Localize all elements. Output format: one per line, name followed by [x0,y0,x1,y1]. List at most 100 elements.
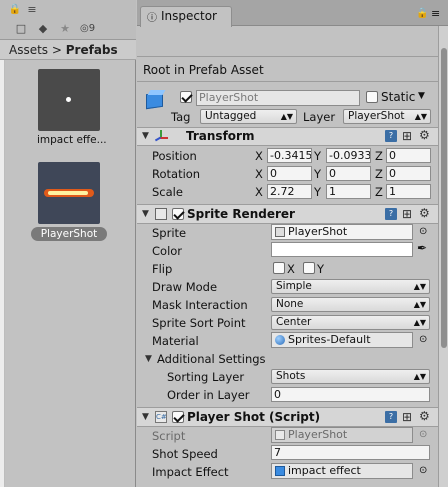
sprite-field[interactable]: PlayerShot [271,224,413,240]
scale-y-axis[interactable]: Y [314,185,321,199]
position-x-axis[interactable]: X [255,149,263,163]
gear-icon[interactable]: ⚙ [419,409,430,423]
label-icon[interactable]: ◆ [36,22,50,35]
sorting-layer-value: Shots [276,370,306,382]
mask-interaction-dropdown[interactable]: None ▲▼ [271,297,430,312]
flip-x-checkbox[interactable] [273,262,285,274]
impact-effect-field[interactable]: impact effect [271,463,413,479]
collapse-triangle-icon[interactable]: ▼ [142,209,149,219]
flip-y-checkbox[interactable] [303,262,315,274]
breadcrumb-root[interactable]: Assets [9,43,48,57]
scale-z-field[interactable]: 1 [386,184,431,199]
mask-interaction-value: None [276,298,304,310]
draw-mode-dropdown[interactable]: Simple ▲▼ [271,279,430,294]
chevron-down-icon: ▲▼ [414,112,427,121]
inspector-scrollbar[interactable] [438,26,448,487]
scale-y-field[interactable]: 1 [326,184,371,199]
collapse-triangle-icon[interactable]: ▼ [145,354,152,364]
sprite-renderer-enabled-checkbox[interactable] [172,208,184,220]
eyedropper-icon[interactable]: ✒ [417,241,427,255]
asset-thumb-impact-effect[interactable] [38,69,100,131]
gear-icon[interactable]: ⚙ [419,206,430,220]
scale-z-axis[interactable]: Z [375,185,383,199]
object-picker-icon[interactable]: ⊙ [419,334,427,345]
favorite-icon[interactable]: ★ [58,22,72,35]
script-field: PlayerShot [271,427,413,443]
prefab-cube-icon [144,89,166,111]
order-in-layer-field[interactable]: 0 [271,387,430,402]
static-dropdown-arrow-icon[interactable]: ▼ [418,91,425,101]
static-checkbox[interactable] [366,91,378,103]
sprite-sort-point-dropdown[interactable]: Center ▲▼ [271,315,430,330]
transform-header[interactable]: ▼ Transform ? ⊞ ⚙ [137,128,438,146]
flip-x-label: X [287,262,295,276]
position-z-axis[interactable]: Z [375,149,383,163]
collapse-triangle-icon[interactable]: ▼ [142,412,149,422]
tab-inspector[interactable]: ⓘ Inspector [140,6,232,27]
help-book-icon[interactable]: ? [385,130,397,142]
sprite-renderer-icon [155,208,167,220]
breadcrumb-current[interactable]: Prefabs [66,43,118,57]
flip-label: Flip [152,262,173,276]
sprite-renderer-title: Sprite Renderer [187,207,295,221]
object-picker-icon[interactable]: ⊙ [419,465,427,476]
player-shot-enabled-checkbox[interactable] [172,411,184,423]
tag-dropdown[interactable]: Untagged ▲▼ [200,109,297,124]
preset-icon[interactable]: ⊞ [402,129,412,143]
sorting-layer-dropdown[interactable]: Shots ▲▼ [271,369,430,384]
asset-thumb-playershot[interactable] [38,162,100,224]
help-book-icon[interactable]: ? [385,208,397,220]
sorting-layer-label: Sorting Layer [167,370,245,384]
menu-icon[interactable]: ≡ [431,7,440,20]
shot-core-icon [48,191,88,195]
player-shot-script-header[interactable]: ▼ C# Player Shot (Script) ? ⊞ ⚙ [137,408,438,427]
help-book-icon[interactable]: ? [385,411,397,423]
player-shot-title: Player Shot (Script) [187,410,321,424]
impact-effect-value: impact effect [288,464,361,477]
position-z-field[interactable]: 0 [386,148,431,163]
prefab-toolbar [137,27,438,57]
color-swatch[interactable] [271,242,413,257]
position-label: Position [152,149,197,163]
shot-speed-label: Shot Speed [152,447,218,461]
position-y-field[interactable]: -0.0933 [326,148,371,163]
rotation-z-axis[interactable]: Z [375,167,383,181]
lock-icon[interactable]: 🔒 [8,3,22,16]
preset-icon[interactable]: ⊞ [402,410,412,424]
object-name-field[interactable]: PlayerShot [196,90,360,106]
object-picker-icon[interactable]: ⊙ [419,226,427,237]
scrollbar-thumb[interactable] [441,48,447,348]
material-field[interactable]: Sprites-Default [271,332,413,348]
additional-settings-foldout[interactable]: Additional Settings [157,352,266,366]
mask-interaction-label: Mask Interaction [152,298,248,312]
collapse-triangle-icon[interactable]: ▼ [142,131,149,141]
gear-icon[interactable]: ⚙ [419,128,430,142]
create-icon[interactable]: □ [14,22,28,35]
rotation-x-field[interactable]: 0 [267,166,312,181]
rotation-z-field[interactable]: 0 [386,166,431,181]
impact-effect-label: Impact Effect [152,465,229,479]
script-file-icon [275,430,285,440]
asset-label-playershot[interactable]: PlayerShot [31,227,107,241]
menu-icon[interactable]: ≡ [25,3,39,16]
draw-mode-value: Simple [276,280,312,292]
shot-speed-field[interactable]: 7 [271,445,430,460]
active-checkbox[interactable] [180,91,192,103]
eye-count-icon[interactable]: ◎9 [80,22,120,35]
asset-label-impact-effect[interactable]: impact effe... [37,134,107,146]
folder-tree-strip[interactable] [0,60,5,487]
sprite-renderer-header[interactable]: ▼ Sprite Renderer ? ⊞ ⚙ [137,205,438,224]
scale-x-field[interactable]: 2.72 [267,184,312,199]
position-y-axis[interactable]: Y [314,149,321,163]
lock-icon[interactable]: 🔒 [416,8,428,19]
rotation-y-field[interactable]: 0 [326,166,371,181]
position-x-field[interactable]: -0.3415 [267,148,312,163]
layer-value: PlayerShot [348,110,405,122]
preset-icon[interactable]: ⊞ [402,207,412,221]
tag-value: Untagged [205,110,257,122]
rotation-x-axis[interactable]: X [255,167,263,181]
scale-x-axis[interactable]: X [255,185,263,199]
rotation-y-axis[interactable]: Y [314,167,321,181]
particle-dot-icon [66,97,71,102]
layer-dropdown[interactable]: PlayerShot ▲▼ [343,109,431,124]
